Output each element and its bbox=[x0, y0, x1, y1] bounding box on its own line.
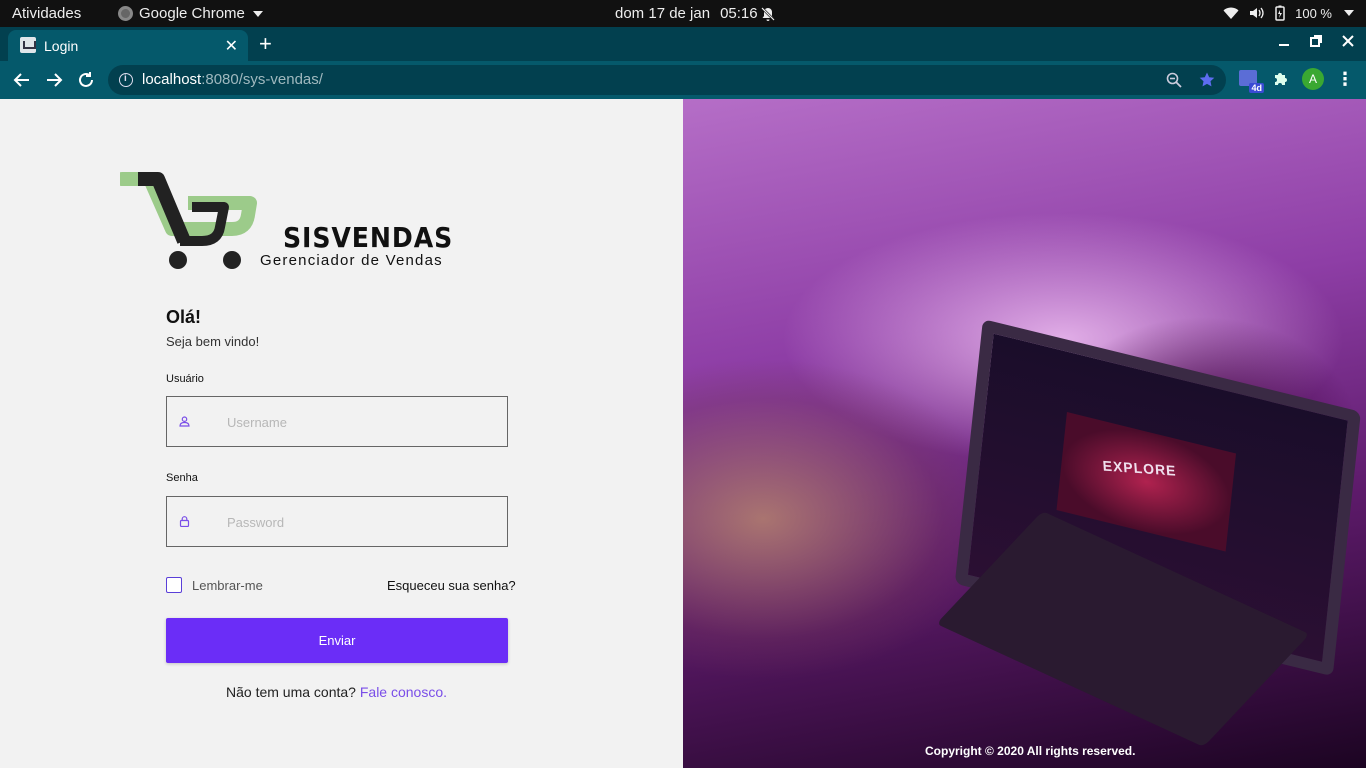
greeting-heading: Olá! bbox=[166, 307, 202, 327]
clock[interactable]: dom 17 de jan 05:16 bbox=[615, 5, 758, 22]
reload-icon[interactable] bbox=[75, 69, 97, 91]
tab-login[interactable]: Login ✕ bbox=[8, 30, 248, 61]
login-panel: SISVENDAS Gerenciador de Vendas Olá! Sej… bbox=[0, 99, 683, 768]
system-tray[interactable]: 100 % bbox=[1223, 5, 1354, 21]
contact-link[interactable]: Fale conosco. bbox=[360, 684, 447, 700]
notifications-muted-icon bbox=[761, 7, 775, 21]
lock-icon bbox=[179, 516, 190, 527]
url-text[interactable]: localhost:8080/sys-vendas/ bbox=[142, 71, 323, 88]
signup-prompt: Não tem uma conta? Fale conosco. bbox=[226, 684, 447, 700]
volume-icon bbox=[1250, 7, 1264, 19]
close-window-icon[interactable] bbox=[1340, 33, 1356, 49]
app-menu[interactable]: Google Chrome bbox=[118, 5, 263, 22]
puzzle-icon[interactable] bbox=[1272, 70, 1290, 88]
password-field[interactable] bbox=[166, 496, 508, 547]
site-info-icon[interactable] bbox=[119, 73, 133, 87]
url-path: :8080/sys-vendas/ bbox=[201, 71, 323, 88]
zoom-icon[interactable] bbox=[1166, 72, 1182, 88]
wifi-icon bbox=[1223, 7, 1239, 19]
username-field[interactable] bbox=[166, 396, 508, 447]
copyright-text: Copyright © 2020 All rights reserved. bbox=[925, 744, 1136, 758]
browser-toolbar: localhost:8080/sys-vendas/ 4d A ⋮ bbox=[0, 61, 1366, 99]
remember-checkbox[interactable] bbox=[166, 577, 182, 593]
brand-name: SISVENDAS bbox=[283, 221, 454, 254]
app-menu-label: Google Chrome bbox=[139, 5, 245, 22]
calendar-extension-icon[interactable]: 4d bbox=[1238, 68, 1264, 93]
clock-date: dom 17 de jan bbox=[615, 5, 711, 22]
password-label: Senha bbox=[166, 472, 198, 484]
page-content: SISVENDAS Gerenciador de Vendas Olá! Sej… bbox=[0, 99, 1366, 768]
chrome-icon bbox=[118, 6, 133, 21]
tab-title: Login bbox=[44, 38, 79, 54]
chevron-down-icon bbox=[252, 10, 263, 17]
extensions-area: 4d A ⋮ bbox=[1238, 68, 1354, 93]
forward-icon[interactable] bbox=[43, 69, 65, 91]
cart-favicon-icon bbox=[20, 37, 36, 53]
forgot-password-link[interactable]: Esqueceu sua senha? bbox=[387, 578, 516, 593]
remember-me[interactable]: Lembrar-me bbox=[166, 577, 263, 593]
activities-button[interactable]: Atividades bbox=[12, 5, 81, 22]
close-tab-icon[interactable]: ✕ bbox=[225, 36, 238, 56]
remember-label: Lembrar-me bbox=[192, 577, 263, 593]
username-input[interactable] bbox=[227, 411, 497, 433]
signup-text: Não tem uma conta? bbox=[226, 684, 356, 700]
welcome-text: Seja bem vindo! bbox=[166, 334, 260, 349]
battery-icon bbox=[1275, 5, 1285, 21]
chevron-down-icon bbox=[1344, 10, 1354, 16]
system-top-bar: Atividades Google Chrome dom 17 de jan 05… bbox=[0, 0, 1366, 27]
brand-tagline: Gerenciador de Vendas bbox=[260, 252, 443, 269]
extension-badge: 4d bbox=[1249, 83, 1264, 93]
battery-percent: 100 % bbox=[1295, 5, 1332, 21]
window-controls bbox=[1276, 33, 1356, 49]
password-input[interactable] bbox=[227, 511, 497, 533]
new-tab-button[interactable]: + bbox=[259, 31, 272, 57]
hero-image: EXPLORE Copyright © 2020 All rights rese… bbox=[683, 99, 1366, 768]
url-host: localhost bbox=[142, 71, 202, 88]
profile-avatar[interactable]: A bbox=[1302, 68, 1324, 90]
restore-icon[interactable] bbox=[1308, 33, 1324, 49]
user-icon bbox=[179, 416, 190, 427]
submit-button[interactable]: Enviar bbox=[166, 618, 508, 663]
star-icon[interactable] bbox=[1198, 71, 1216, 89]
back-icon[interactable] bbox=[11, 69, 33, 91]
username-label: Usuário bbox=[166, 373, 204, 385]
tab-strip: Login ✕ + bbox=[0, 27, 1366, 61]
minimize-icon[interactable] bbox=[1276, 33, 1292, 49]
clock-time: 05:16 bbox=[720, 5, 758, 22]
menu-icon[interactable]: ⋮ bbox=[1336, 69, 1354, 90]
address-bar[interactable]: localhost:8080/sys-vendas/ bbox=[108, 65, 1226, 95]
